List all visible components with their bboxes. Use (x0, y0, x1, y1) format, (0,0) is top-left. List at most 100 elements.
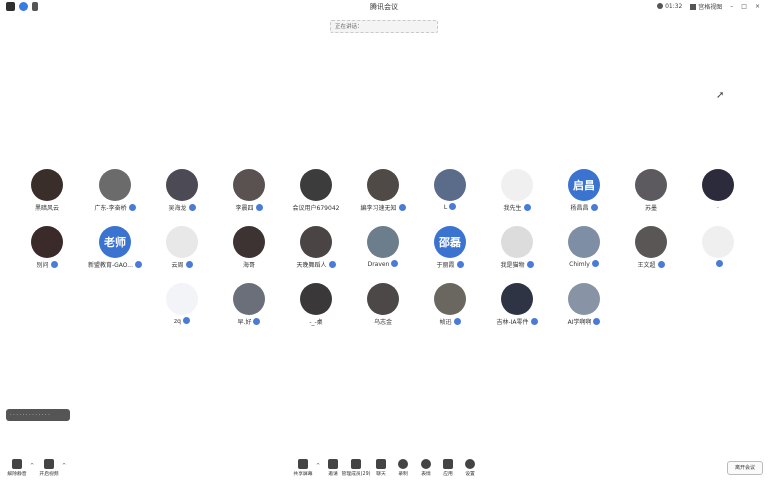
participant-avatar (166, 283, 198, 315)
participant-name-row: Draven (350, 260, 416, 268)
participant-tile[interactable]: 天晚舞蹈人 (283, 226, 349, 278)
mic-muted-icon (185, 261, 193, 268)
participant-name: 会议用户679042 (292, 205, 340, 212)
share-screen-button[interactable]: 共享屏幕 (288, 459, 318, 477)
mic-muted-icon (128, 204, 136, 211)
participant-name-row: Chimly (551, 260, 617, 268)
participant-avatar (300, 283, 332, 315)
participant-tile[interactable]: 别问 (14, 226, 80, 278)
mic-muted-icon (523, 204, 531, 211)
participant-tile[interactable]: 帧迅 (417, 283, 483, 335)
participant-tile[interactable]: 吉林-IA零件 (484, 283, 550, 335)
mic-muted-icon (453, 318, 461, 325)
participant-tile[interactable]: 我先生 (484, 169, 550, 221)
mic-muted-icon (593, 318, 601, 325)
members-icon (351, 459, 361, 469)
participant-name: 乌志金 (373, 319, 392, 326)
participant-tile[interactable]: Chimly (551, 226, 617, 278)
participant-name-row: 編李习速无知 (350, 203, 416, 212)
participant-tile[interactable]: 吴海龙 (149, 169, 215, 221)
participant-avatar (635, 226, 667, 258)
video-options-caret-icon[interactable]: ^ (62, 463, 66, 469)
participant-tile[interactable]: 广东-李奋桥 (82, 169, 148, 221)
mic-muted-icon (526, 261, 534, 268)
participant-name-row: 乌志金 (350, 317, 416, 326)
participant-tile[interactable]: AI学啊啊 (551, 283, 617, 335)
participant-name-row: 海哥 (216, 260, 282, 269)
participant-name-row (685, 260, 751, 268)
participant-tile[interactable]: 編李习速无知 (350, 169, 416, 221)
unmute-button[interactable]: 解除静音 (2, 459, 32, 477)
participant-avatar (31, 226, 63, 258)
emoji-icon (421, 459, 431, 469)
participant-avatar (434, 283, 466, 315)
participant-avatar (99, 169, 131, 201)
participant-name-row: 吴海龙 (149, 203, 215, 212)
participant-name: 帧迅 (439, 319, 452, 326)
participant-name-row: 别问 (14, 260, 80, 269)
chat-icon (376, 459, 386, 469)
participant-name: Draven (367, 261, 390, 268)
participant-name: 吴海龙 (168, 205, 187, 212)
participant-tile[interactable]: 云周 (149, 226, 215, 278)
participant-name: 别问 (36, 262, 49, 269)
participant-name: 李晨四 (235, 205, 254, 212)
participant-tile[interactable]: -_-桌 (283, 283, 349, 335)
participant-tile[interactable]: 邵磊 于丽霞 (417, 226, 483, 278)
participant-avatar (568, 283, 600, 315)
participant-name-row: 早.好 (216, 317, 282, 326)
participant-tile[interactable]: 王文超 (618, 226, 684, 278)
start-video-button[interactable]: 开启视频 (34, 459, 64, 477)
mic-muted-icon (449, 203, 457, 210)
participant-name: L (443, 204, 448, 211)
participant-name: 于丽霞 (436, 262, 455, 269)
participant-tile[interactable]: Draven (350, 226, 416, 278)
participant-tile[interactable]: 启昌 杨昌昌 (551, 169, 617, 221)
participant-name: 我先生 (503, 205, 522, 212)
participant-name: 广东-李奋桥 (94, 205, 127, 212)
mic-muted-icon (590, 204, 598, 211)
chat-message-pill[interactable]: · · · · · · · · · · · · · (6, 409, 70, 421)
participant-tile[interactable]: 会议用户679042 (283, 169, 349, 221)
mic-muted-icon (591, 260, 599, 267)
participant-tile[interactable]: 乌志金 (350, 283, 416, 335)
apps-icon (443, 459, 453, 469)
participant-name-row: 黑暗风云 (14, 203, 80, 212)
participant-tile[interactable]: 我是猫物 (484, 226, 550, 278)
participant-name-row: L (417, 203, 483, 211)
mic-muted-icon (530, 318, 538, 325)
participant-avatar (434, 169, 466, 201)
participant-tile[interactable]: 黑暗风云 (14, 169, 80, 221)
participant-tile[interactable]: 早.好 (216, 283, 282, 335)
invite-icon (328, 459, 338, 469)
participant-avatar: 老师 (99, 226, 131, 258)
participant-name-row: 苏墨 (618, 203, 684, 212)
mic-muted-icon (391, 260, 399, 267)
participant-tile[interactable]: . (685, 169, 751, 221)
camera-off-icon (44, 459, 54, 469)
mic-muted-icon (657, 261, 665, 268)
participant-name: . (717, 203, 719, 210)
participant-tile[interactable]: 李晨四 (216, 169, 282, 221)
participant-name-row: -_-桌 (283, 317, 349, 326)
participant-tile[interactable]: 老师 新盟教育-GAO... (82, 226, 148, 278)
settings-icon (465, 459, 475, 469)
participant-tile[interactable]: zq (149, 283, 215, 335)
participant-tile[interactable]: 海哥 (216, 226, 282, 278)
mic-muted-icon (135, 261, 142, 268)
settings-button[interactable]: 设置 (455, 459, 485, 477)
participant-avatar (300, 226, 332, 258)
participant-name-row: AI学啊啊 (551, 317, 617, 326)
mic-muted-icon (188, 204, 196, 211)
participant-tile[interactable]: L (417, 169, 483, 221)
participant-tile[interactable] (685, 226, 751, 278)
participant-tile[interactable]: 苏墨 (618, 169, 684, 221)
mic-muted-icon (715, 260, 723, 267)
participant-avatar (367, 283, 399, 315)
participant-name-row: 广东-李奋桥 (82, 203, 148, 212)
participant-name: 我是猫物 (500, 262, 525, 269)
leave-meeting-button[interactable]: 离开会议 (727, 461, 763, 475)
participant-name-row: 天晚舞蹈人 (283, 260, 349, 269)
mic-muted-icon (398, 204, 406, 211)
participant-avatar (166, 169, 198, 201)
